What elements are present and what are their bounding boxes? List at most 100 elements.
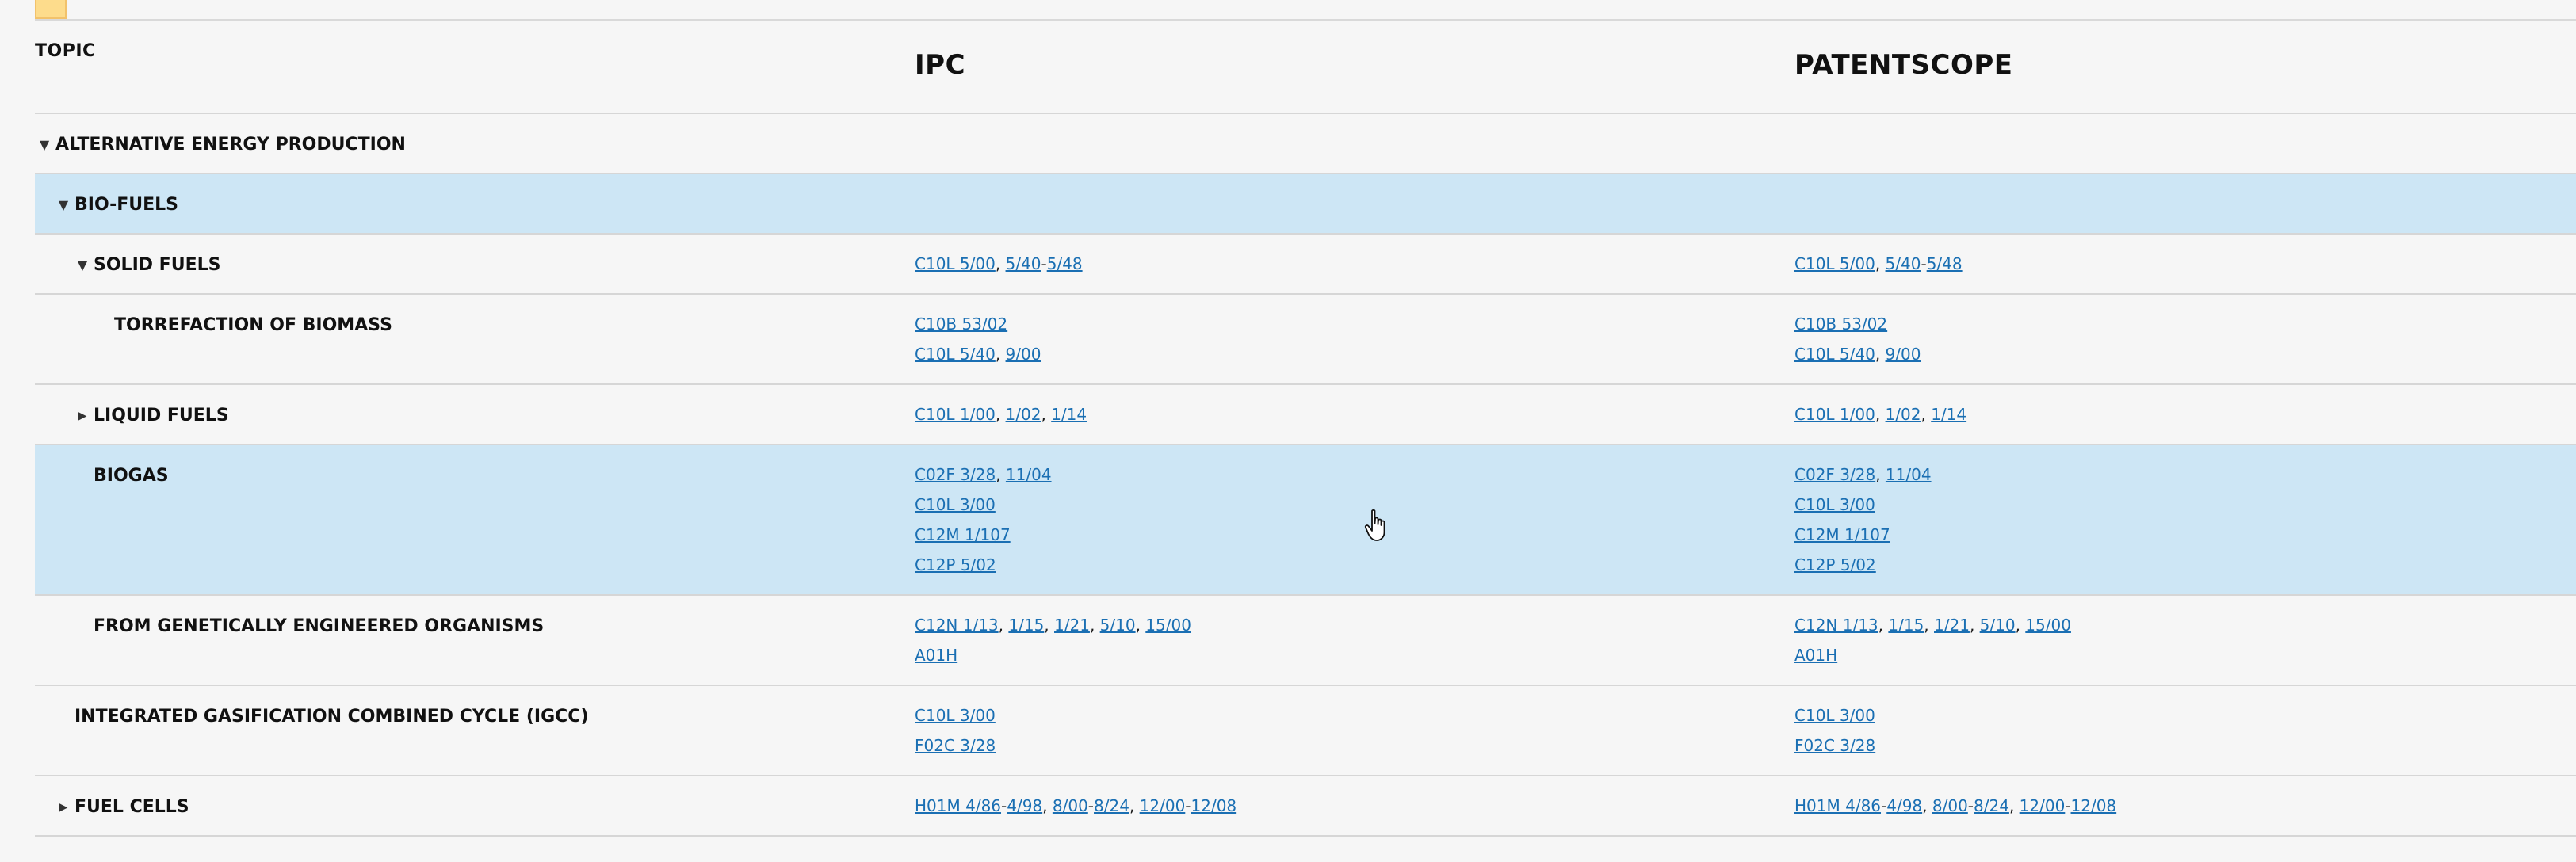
patentscope-code-link[interactable]: 5/10 bbox=[1980, 616, 2016, 635]
patentscope-cell: C12N 1/13, 1/15, 1/21, 5/10, 15/00 A01H bbox=[1794, 610, 2071, 670]
patentscope-code-link[interactable]: H01M 4/86 bbox=[1794, 796, 1881, 815]
ipc-code-link[interactable]: A01H bbox=[915, 646, 957, 665]
ipc-code-link[interactable]: 1/02 bbox=[1006, 405, 1041, 424]
patentscope-code-link[interactable]: 15/00 bbox=[2025, 616, 2071, 635]
topic-label: INTEGRATED GASIFICATION COMBINED CYCLE (… bbox=[75, 707, 589, 727]
ipc-code-link[interactable]: 5/40 bbox=[1006, 254, 1041, 273]
code-separator: , bbox=[1129, 796, 1140, 815]
patentscope-code-link[interactable]: C10L 1/00 bbox=[1794, 405, 1875, 424]
table-row-liquid-fuels[interactable]: ▶ LIQUID FUELS C10L 1/00, 1/02, 1/14 C10L 1… bbox=[35, 385, 2576, 445]
column-header-patentscope: PATENTSCOPE bbox=[1794, 49, 2013, 81]
patentscope-code-link[interactable]: C10L 3/00 bbox=[1794, 495, 1875, 514]
patentscope-cell: H01M 4/86-4/98, 8/00-8/24, 12/00-12/08 bbox=[1794, 791, 2116, 821]
table-row-fuel-cells[interactable]: ▶ FUEL CELLS H01M 4/86-4/98, 8/00-8/24, 12… bbox=[35, 776, 2576, 837]
ipc-code-line: C10L 3/00 bbox=[915, 490, 1052, 520]
ipc-code-link[interactable]: H01M 4/86 bbox=[915, 796, 1001, 815]
ipc-code-link[interactable]: 1/21 bbox=[1054, 616, 1090, 635]
patentscope-code-link[interactable]: C12P 5/02 bbox=[1794, 555, 1876, 574]
code-separator: - bbox=[1041, 254, 1047, 273]
ipc-code-link[interactable]: C12N 1/13 bbox=[915, 616, 999, 635]
patentscope-cell: C02F 3/28, 11/04 C10L 3/00 C12M 1/107 C12P … bbox=[1794, 460, 1932, 580]
table-row-solid-fuels[interactable]: ▼ SOLID FUELS C10L 5/00, 5/40-5/48 C10L 5/0… bbox=[35, 235, 2576, 295]
table-row-biogas[interactable]: BIOGAS C02F 3/28, 11/04 C10L 3/00 C12M 1/10… bbox=[35, 445, 2576, 596]
ipc-cell: C10L 3/00 F02C 3/28 bbox=[915, 700, 996, 761]
patentscope-code-link[interactable]: 1/14 bbox=[1931, 405, 1966, 424]
patentscope-code-line: C10L 3/00 bbox=[1794, 700, 1875, 730]
patentscope-code-link[interactable]: 8/24 bbox=[1974, 796, 2009, 815]
ipc-code-link[interactable]: C10L 5/40 bbox=[915, 345, 996, 364]
ipc-code-line: C12P 5/02 bbox=[915, 550, 1052, 580]
ipc-code-link[interactable]: C10B 53/02 bbox=[915, 315, 1007, 334]
ipc-code-link[interactable]: F02C 3/28 bbox=[915, 736, 996, 755]
ipc-code-link[interactable]: 15/00 bbox=[1145, 616, 1191, 635]
table-body: ▼ ALTERNATIVE ENERGY PRODUCTION ▼ BIO-FUELS… bbox=[35, 114, 2576, 837]
ipc-code-link[interactable]: 12/00 bbox=[1140, 796, 1186, 815]
ipc-code-link[interactable]: 1/15 bbox=[1008, 616, 1044, 635]
patentscope-cell: C10L 3/00 F02C 3/28 bbox=[1794, 700, 1875, 761]
patentscope-code-link[interactable]: 11/04 bbox=[1886, 465, 1932, 484]
patentscope-code-link[interactable]: C12N 1/13 bbox=[1794, 616, 1878, 635]
triangle-right-icon[interactable]: ▶ bbox=[54, 801, 73, 814]
ipc-code-line: C12N 1/13, 1/15, 1/21, 5/10, 15/00 bbox=[915, 610, 1191, 640]
code-separator: , bbox=[2015, 616, 2026, 635]
patentscope-code-link[interactable]: 8/00 bbox=[1932, 796, 1968, 815]
patentscope-code-link[interactable]: 5/40 bbox=[1886, 254, 1921, 273]
topic-cell: ▼ ALTERNATIVE ENERGY PRODUCTION bbox=[35, 135, 406, 154]
ipc-code-link[interactable]: 4/98 bbox=[1007, 796, 1042, 815]
triangle-down-icon[interactable]: ▼ bbox=[54, 197, 73, 212]
code-separator: , bbox=[1042, 796, 1053, 815]
triangle-down-icon[interactable]: ▼ bbox=[35, 137, 54, 152]
patentscope-code-link[interactable]: 12/00 bbox=[2020, 796, 2066, 815]
patentscope-code-link[interactable]: C10L 3/00 bbox=[1794, 706, 1875, 725]
ipc-code-link[interactable]: C10L 3/00 bbox=[915, 495, 996, 514]
table-row-torrefaction-of-biomass[interactable]: TORREFACTION OF BIOMASS C10B 53/02 C10L 5/… bbox=[35, 295, 2576, 385]
ipc-code-link[interactable]: C12M 1/107 bbox=[915, 525, 1011, 544]
ipc-code-link[interactable]: 8/00 bbox=[1053, 796, 1088, 815]
triangle-down-icon[interactable]: ▼ bbox=[73, 257, 92, 273]
patentscope-code-link[interactable]: C10L 5/00 bbox=[1794, 254, 1875, 273]
patentscope-code-link[interactable]: A01H bbox=[1794, 646, 1837, 665]
ipc-code-link[interactable]: 9/00 bbox=[1006, 345, 1041, 364]
patentscope-code-link[interactable]: F02C 3/28 bbox=[1794, 736, 1875, 755]
code-separator: , bbox=[1135, 616, 1146, 635]
ipc-code-line: C10L 1/00, 1/02, 1/14 bbox=[915, 399, 1087, 429]
ipc-code-link[interactable]: 12/08 bbox=[1191, 796, 1237, 815]
patentscope-code-link[interactable]: C10L 5/40 bbox=[1794, 345, 1875, 364]
ipc-code-link[interactable]: 1/14 bbox=[1051, 405, 1087, 424]
ipc-code-link[interactable]: C10L 1/00 bbox=[915, 405, 996, 424]
patentscope-code-link[interactable]: 1/15 bbox=[1888, 616, 1924, 635]
patentscope-code-link[interactable]: 4/98 bbox=[1886, 796, 1922, 815]
patentscope-code-link[interactable]: 5/48 bbox=[1927, 254, 1963, 273]
patentscope-code-link[interactable]: C10B 53/02 bbox=[1794, 315, 1887, 334]
topic-cell: ▶ FUEL CELLS bbox=[54, 797, 189, 817]
table-row-from-genetically-engineered-organisms[interactable]: FROM GENETICALLY ENGINEERED ORGANISMS C12… bbox=[35, 596, 2576, 686]
patentscope-code-link[interactable]: 1/02 bbox=[1886, 405, 1921, 424]
ipc-code-link[interactable]: 5/10 bbox=[1100, 616, 1136, 635]
ipc-code-link[interactable]: 8/24 bbox=[1094, 796, 1129, 815]
table-row-alternative-energy-production[interactable]: ▼ ALTERNATIVE ENERGY PRODUCTION bbox=[35, 114, 2576, 174]
code-separator: , bbox=[1875, 465, 1886, 484]
patentscope-code-link[interactable]: C12M 1/107 bbox=[1794, 525, 1890, 544]
ipc-code-link[interactable]: C10L 5/00 bbox=[915, 254, 996, 273]
ipc-code-link[interactable]: C12P 5/02 bbox=[915, 555, 996, 574]
topic-cell: TORREFACTION OF BIOMASS bbox=[94, 315, 392, 335]
table-row-bio-fuels[interactable]: ▼ BIO-FUELS bbox=[35, 174, 2576, 235]
ipc-cell: H01M 4/86-4/98, 8/00-8/24, 12/00-12/08 bbox=[915, 791, 1236, 821]
ipc-cell: C10L 5/00, 5/40-5/48 bbox=[915, 249, 1083, 279]
patentscope-code-line: C10L 3/00 bbox=[1794, 490, 1932, 520]
ipc-code-link[interactable]: 11/04 bbox=[1006, 465, 1052, 484]
ipc-code-line: C10L 5/40, 9/00 bbox=[915, 339, 1041, 369]
ipc-code-link[interactable]: C02F 3/28 bbox=[915, 465, 996, 484]
patentscope-code-link[interactable]: C02F 3/28 bbox=[1794, 465, 1875, 484]
ipc-code-link[interactable]: C10L 3/00 bbox=[915, 706, 996, 725]
code-separator: , bbox=[1875, 345, 1886, 364]
ipc-code-line: C12M 1/107 bbox=[915, 520, 1052, 550]
table-row-integrated-gasification-combined-cycle-igcc[interactable]: INTEGRATED GASIFICATION COMBINED CYCLE (… bbox=[35, 686, 2576, 776]
patentscope-code-link[interactable]: 1/21 bbox=[1934, 616, 1970, 635]
patentscope-code-link[interactable]: 12/08 bbox=[2071, 796, 2117, 815]
patentscope-code-link[interactable]: 9/00 bbox=[1886, 345, 1921, 364]
topic-label: BIO-FUELS bbox=[75, 195, 178, 215]
code-separator: , bbox=[996, 465, 1006, 484]
ipc-code-link[interactable]: 5/48 bbox=[1047, 254, 1083, 273]
triangle-right-icon[interactable]: ▶ bbox=[73, 410, 92, 422]
